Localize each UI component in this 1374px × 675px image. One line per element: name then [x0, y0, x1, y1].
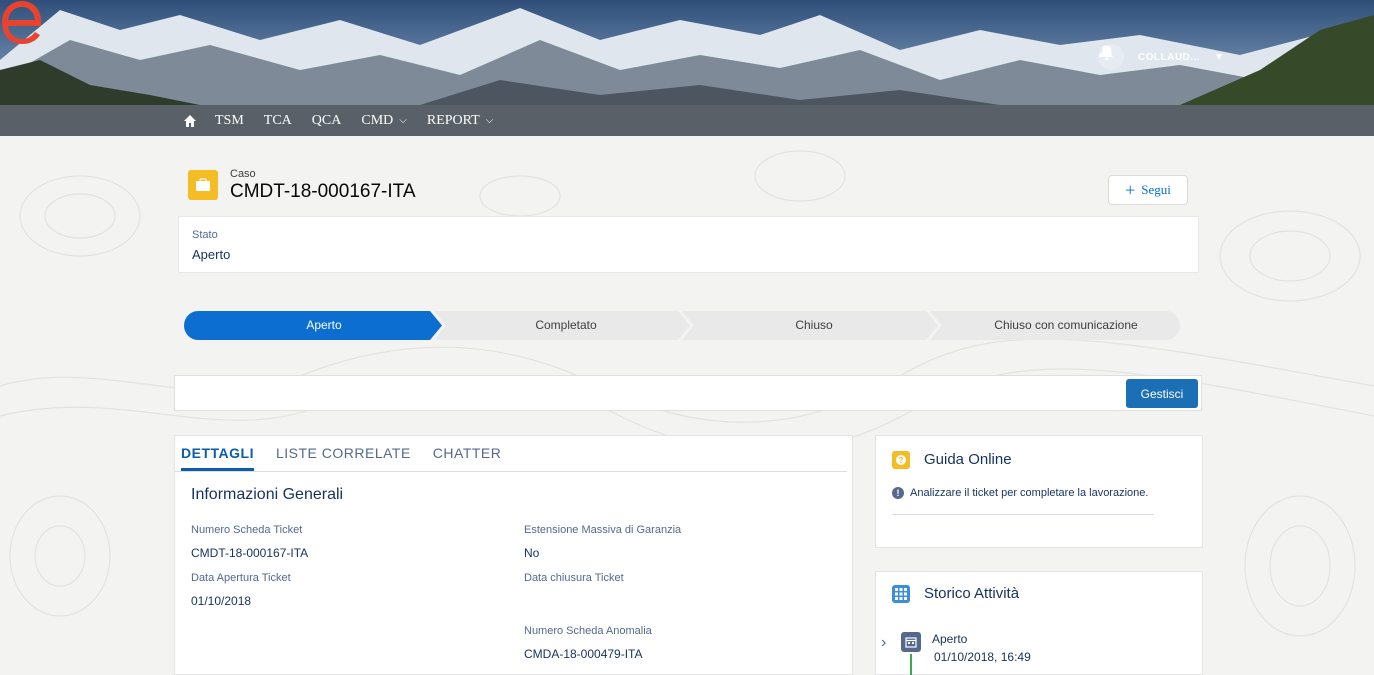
user-name[interactable]: COLLAUD...	[1138, 52, 1200, 63]
nav-item-tca[interactable]: TCA	[264, 113, 292, 129]
field-label: Numero Scheda Anomalia	[524, 625, 652, 637]
calendar-icon	[901, 632, 921, 652]
action-bar	[174, 375, 1202, 411]
nav-item-report[interactable]: REPORT ⌵	[427, 113, 493, 129]
user-avatar[interactable]	[1097, 44, 1124, 70]
info-icon: !	[892, 487, 904, 499]
timeline-item-date: 01/10/2018, 16:49	[934, 650, 1031, 664]
nav-item-qca[interactable]: QCA	[312, 113, 342, 129]
help-icon: ?	[892, 451, 910, 469]
path-step-aperto[interactable]: Aperto	[224, 318, 424, 332]
main-navigation: TSM TCA QCA CMD ⌵ REPORT ⌵	[0, 105, 1374, 136]
chevron-down-icon: ⌵	[399, 115, 407, 126]
field-label: Estensione Massiva di Garanzia	[524, 524, 682, 536]
field-label: Numero Scheda Ticket	[191, 524, 303, 536]
grid-icon	[892, 585, 910, 603]
nav-item-tsm[interactable]: TSM	[215, 113, 244, 129]
chevron-right-icon[interactable]: ›	[881, 634, 886, 652]
history-title: Storico Attività	[924, 585, 1020, 602]
divider	[892, 514, 1154, 515]
follow-button[interactable]: + Segui	[1108, 175, 1188, 205]
user-icon	[1098, 45, 1111, 57]
path-step-completato[interactable]: Completato	[466, 318, 666, 332]
path-step-chiuso-con-comunicazione[interactable]: Chiuso con comunicazione	[956, 318, 1176, 332]
status-path: Aperto Completato Chiuso Chiuso con comu…	[184, 311, 1180, 340]
field-value: 01/10/2018	[191, 594, 252, 608]
home-icon[interactable]	[183, 113, 199, 129]
svg-text:?: ?	[899, 456, 904, 465]
nav-item-cmd[interactable]: CMD ⌵	[361, 113, 407, 129]
record-tabs: DETTAGLI LISTE CORRELATE CHATTER	[175, 436, 847, 472]
details-panel: DETTAGLI LISTE CORRELATE CHATTER Informa…	[174, 435, 853, 675]
activity-history-card: Storico Attività › Aperto 01/10/2018, 16…	[875, 571, 1203, 675]
status-label: Stato	[192, 229, 218, 241]
timeline-item-title[interactable]: Aperto	[932, 632, 967, 646]
path-step-chiuso[interactable]: Chiuso	[714, 318, 914, 332]
field-label: Data Apertura Ticket	[191, 572, 291, 584]
guide-text: Analizzare il ticket per completare la l…	[910, 487, 1149, 499]
field-label: Data chiusura Ticket	[524, 572, 624, 584]
case-icon	[188, 170, 218, 200]
timeline-line	[910, 654, 912, 675]
status-highlight-panel: Stato Aperto	[178, 216, 1199, 273]
record-type-label: Caso	[230, 168, 256, 180]
user-menu-chevron-icon[interactable]: ▼	[1214, 52, 1224, 63]
record-title: CMDT-18-000167-ITA	[230, 181, 416, 202]
tab-dettagli[interactable]: DETTAGLI	[181, 445, 254, 471]
field-value: No	[524, 546, 540, 560]
chevron-down-icon: ⌵	[485, 115, 494, 126]
header-banner: COLLAUD... ▼	[0, 0, 1374, 105]
plus-icon: +	[1125, 180, 1136, 200]
tab-liste-correlate[interactable]: LISTE CORRELATE	[276, 445, 411, 471]
company-logo[interactable]	[0, 0, 44, 44]
field-value[interactable]: CMDA-18-000479-ITA	[524, 647, 643, 661]
tab-chatter[interactable]: CHATTER	[433, 445, 502, 471]
section-title[interactable]: Informazioni Generali	[191, 486, 343, 504]
field-value: CMDT-18-000167-ITA	[191, 546, 309, 560]
guide-title: Guida Online	[924, 451, 1012, 468]
status-value: Aperto	[192, 247, 231, 262]
manage-button[interactable]: Gestisci	[1126, 379, 1198, 408]
guide-online-card: ? Guida Online ! Analizzare il ticket pe…	[875, 435, 1203, 548]
